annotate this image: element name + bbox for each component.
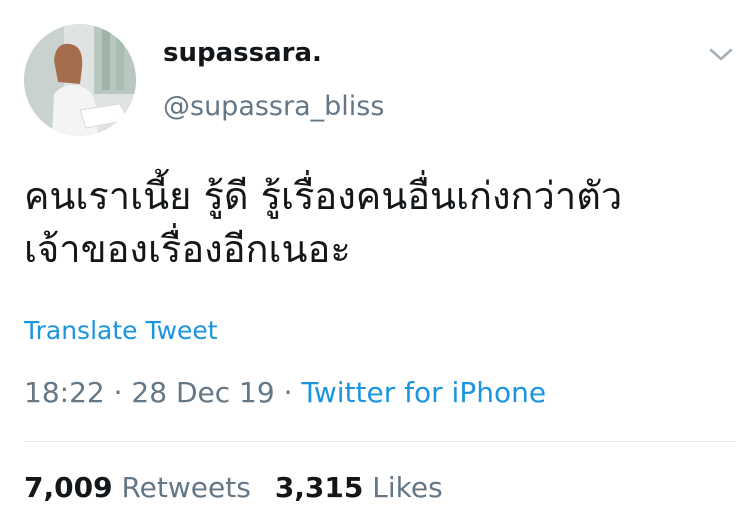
meta-separator: ·: [113, 376, 123, 409]
display-name[interactable]: supassara.: [163, 38, 322, 68]
divider: [24, 441, 736, 442]
tweet-text-line: เจ้าของเรื่องอีกเนอะ: [24, 227, 351, 271]
meta-separator: ·: [283, 376, 293, 409]
profile-photo-icon: [24, 24, 136, 136]
likes-label: Likes: [372, 471, 443, 504]
tweet-date[interactable]: 28 Dec 19: [131, 376, 274, 409]
likes-stat[interactable]: 3,315 Likes: [275, 471, 443, 504]
translate-tweet-link[interactable]: Translate Tweet: [24, 316, 218, 345]
likes-count: 3,315: [274, 471, 364, 504]
tweet-text: คนเราเนี้ย รู้ดี รู้เรื่องคนอื่นเก่งกว่า…: [24, 170, 736, 276]
chevron-down-icon[interactable]: [706, 44, 736, 64]
tweet-meta: 18:22 · 28 Dec 19 · Twitter for iPhone: [24, 376, 546, 409]
retweets-label: Retweets: [121, 471, 251, 504]
tweet-stats: 7,009 Retweets 3,315 Likes: [24, 471, 443, 504]
tweet-source-link[interactable]: Twitter for iPhone: [301, 376, 546, 409]
retweets-count: 7,009: [24, 471, 113, 504]
user-handle[interactable]: @supassra_bliss: [163, 91, 384, 122]
retweets-stat[interactable]: 7,009 Retweets: [24, 471, 251, 504]
tweet-card: supassara. @supassra_bliss คนเราเนี้ย รู…: [0, 0, 750, 531]
tweet-time[interactable]: 18:22: [24, 376, 105, 409]
avatar[interactable]: [24, 24, 136, 136]
tweet-text-line: คนเราเนี้ย รู้ดี รู้เรื่องคนอื่นเก่งกว่า…: [24, 174, 623, 218]
